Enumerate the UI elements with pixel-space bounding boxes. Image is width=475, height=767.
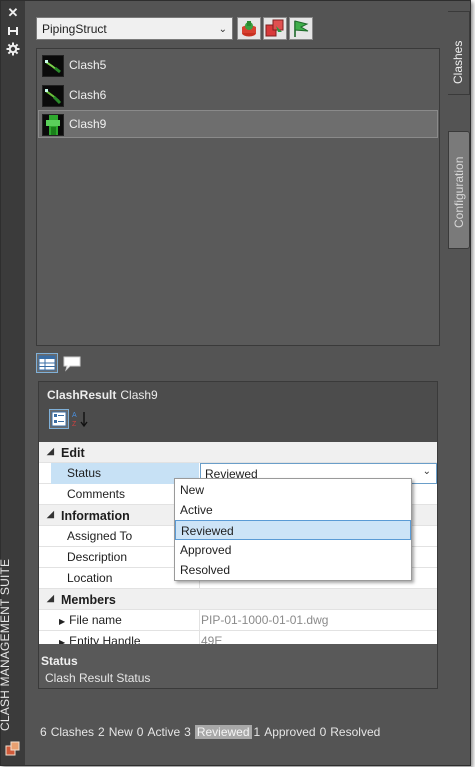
clash-thumbnail xyxy=(42,114,64,136)
flag-button[interactable] xyxy=(289,17,313,40)
status-bar: 6 Clashes 2 New 0 Active 3 Reviewed 1 Approved 0 Re… xyxy=(40,725,384,743)
clash-item-clash5[interactable]: Clash5 xyxy=(38,51,438,79)
property-description: Status Clash Result Status xyxy=(39,644,437,688)
tab-clashes[interactable]: Clashes xyxy=(448,11,470,95)
expand-icon[interactable]: ▶ xyxy=(59,617,65,626)
clash-thumbnail xyxy=(42,55,64,77)
status-dropdown-list[interactable]: New Active Reviewed Approved Resolved xyxy=(174,478,412,581)
properties-type: ClashResult xyxy=(47,388,117,402)
autohide-icon[interactable] xyxy=(6,24,20,38)
property-name: Assigned To xyxy=(67,529,133,543)
category-label: Information xyxy=(61,509,130,523)
clash-test-dropdown[interactable]: PipingStruct ⌄ xyxy=(36,17,233,40)
settings-icon[interactable] xyxy=(6,42,20,56)
comment-icon xyxy=(63,356,81,372)
property-name: Status xyxy=(67,466,102,480)
status-label: Approved xyxy=(264,725,316,739)
status-count: 1 xyxy=(253,725,261,739)
status-label: Active xyxy=(147,725,181,739)
view-tabs xyxy=(36,353,96,373)
status-option-approved[interactable]: Approved xyxy=(175,540,411,560)
status-option-resolved[interactable]: Resolved xyxy=(175,560,411,580)
chevron-down-icon: ⌄ xyxy=(422,466,431,477)
status-label-highlighted: Reviewed xyxy=(194,725,252,739)
status-count: 0 xyxy=(319,725,327,739)
properties-icon[interactable] xyxy=(5,741,21,757)
table-icon xyxy=(38,355,56,371)
palette-content: PipingStruct ⌄ Clash5 Clash6 Clash9 Clas… xyxy=(25,1,448,765)
category-members[interactable]: ◢ Members xyxy=(39,589,437,610)
clash-test-dropdown-value: PipingStruct xyxy=(42,22,107,36)
tab-label: Clashes xyxy=(451,40,465,84)
side-tabs: Clashes Configuration xyxy=(448,1,470,765)
collapse-icon: ◢ xyxy=(47,446,54,456)
status-count: 3 xyxy=(184,725,191,739)
categorized-icon xyxy=(51,411,67,427)
clash-management-palette: ✕ CLASH MANAGEMENT SUITE PipingStruct ⌄ xyxy=(0,0,471,766)
property-name: Description xyxy=(67,550,128,564)
clash-list[interactable]: Clash5 Clash6 Clash9 xyxy=(36,48,440,346)
property-value: PIP-01-1000-01-01.dwg xyxy=(201,613,329,627)
properties-object-name: Clash9 xyxy=(120,388,158,402)
clash-thumbnail xyxy=(42,85,64,107)
collapse-icon: ◢ xyxy=(47,593,54,603)
description-title: Status xyxy=(41,654,78,668)
category-label: Members xyxy=(61,593,116,607)
tab-label: Configuration xyxy=(452,156,466,228)
property-name: ▶ File name xyxy=(59,613,122,627)
svg-text:Z: Z xyxy=(72,421,77,428)
property-name: Location xyxy=(67,571,113,585)
compare-icon xyxy=(265,19,284,37)
clash-item-label: Clash5 xyxy=(69,58,107,72)
svg-text:A: A xyxy=(72,412,77,419)
chevron-down-icon: ⌄ xyxy=(218,24,227,35)
clash-item-label: Clash6 xyxy=(69,88,107,102)
status-label: New xyxy=(108,725,133,739)
status-count: 0 xyxy=(136,725,144,739)
properties-header: ClashResult Clash9 xyxy=(47,388,158,402)
clash-item-label: Clash9 xyxy=(69,117,107,131)
palette-title: CLASH MANAGEMENT SUITE xyxy=(0,558,12,731)
status-option-reviewed[interactable]: Reviewed xyxy=(175,520,411,540)
sort-az-icon: A Z xyxy=(72,412,88,428)
categorized-button[interactable] xyxy=(49,409,69,429)
alphabetical-button[interactable]: A Z xyxy=(71,409,91,429)
status-label: Resolved xyxy=(330,725,381,739)
status-label: Clashes xyxy=(50,725,95,739)
palette-titlebar: ✕ CLASH MANAGEMENT SUITE xyxy=(0,1,26,765)
clash-item-clash9[interactable]: Clash9 xyxy=(38,110,438,138)
flag-icon xyxy=(294,20,309,37)
collapse-icon: ◢ xyxy=(47,509,54,519)
status-count: 6 xyxy=(40,725,47,739)
category-edit[interactable]: ◢ Edit xyxy=(39,442,437,463)
comments-view-button[interactable] xyxy=(62,354,82,372)
properties-view-button[interactable] xyxy=(36,353,58,373)
clash-item-clash6[interactable]: Clash6 xyxy=(38,81,438,109)
status-option-active[interactable]: Active xyxy=(175,500,411,520)
status-count: 2 xyxy=(98,725,105,739)
property-view-options: A Z xyxy=(49,408,93,430)
property-row-file-name[interactable]: ▶ File name PIP-01-1000-01-01.dwg xyxy=(39,610,437,631)
category-label: Edit xyxy=(61,446,85,460)
toolbar: PipingStruct ⌄ xyxy=(36,17,336,43)
compare-button[interactable] xyxy=(263,17,287,40)
run-test-button[interactable] xyxy=(237,17,261,40)
property-name: Comments xyxy=(67,487,126,501)
close-icon[interactable]: ✕ xyxy=(6,6,20,20)
description-text: Clash Result Status xyxy=(45,671,151,685)
run-test-icon xyxy=(242,21,256,37)
status-option-new[interactable]: New xyxy=(175,480,411,500)
tab-configuration[interactable]: Configuration xyxy=(448,131,470,249)
